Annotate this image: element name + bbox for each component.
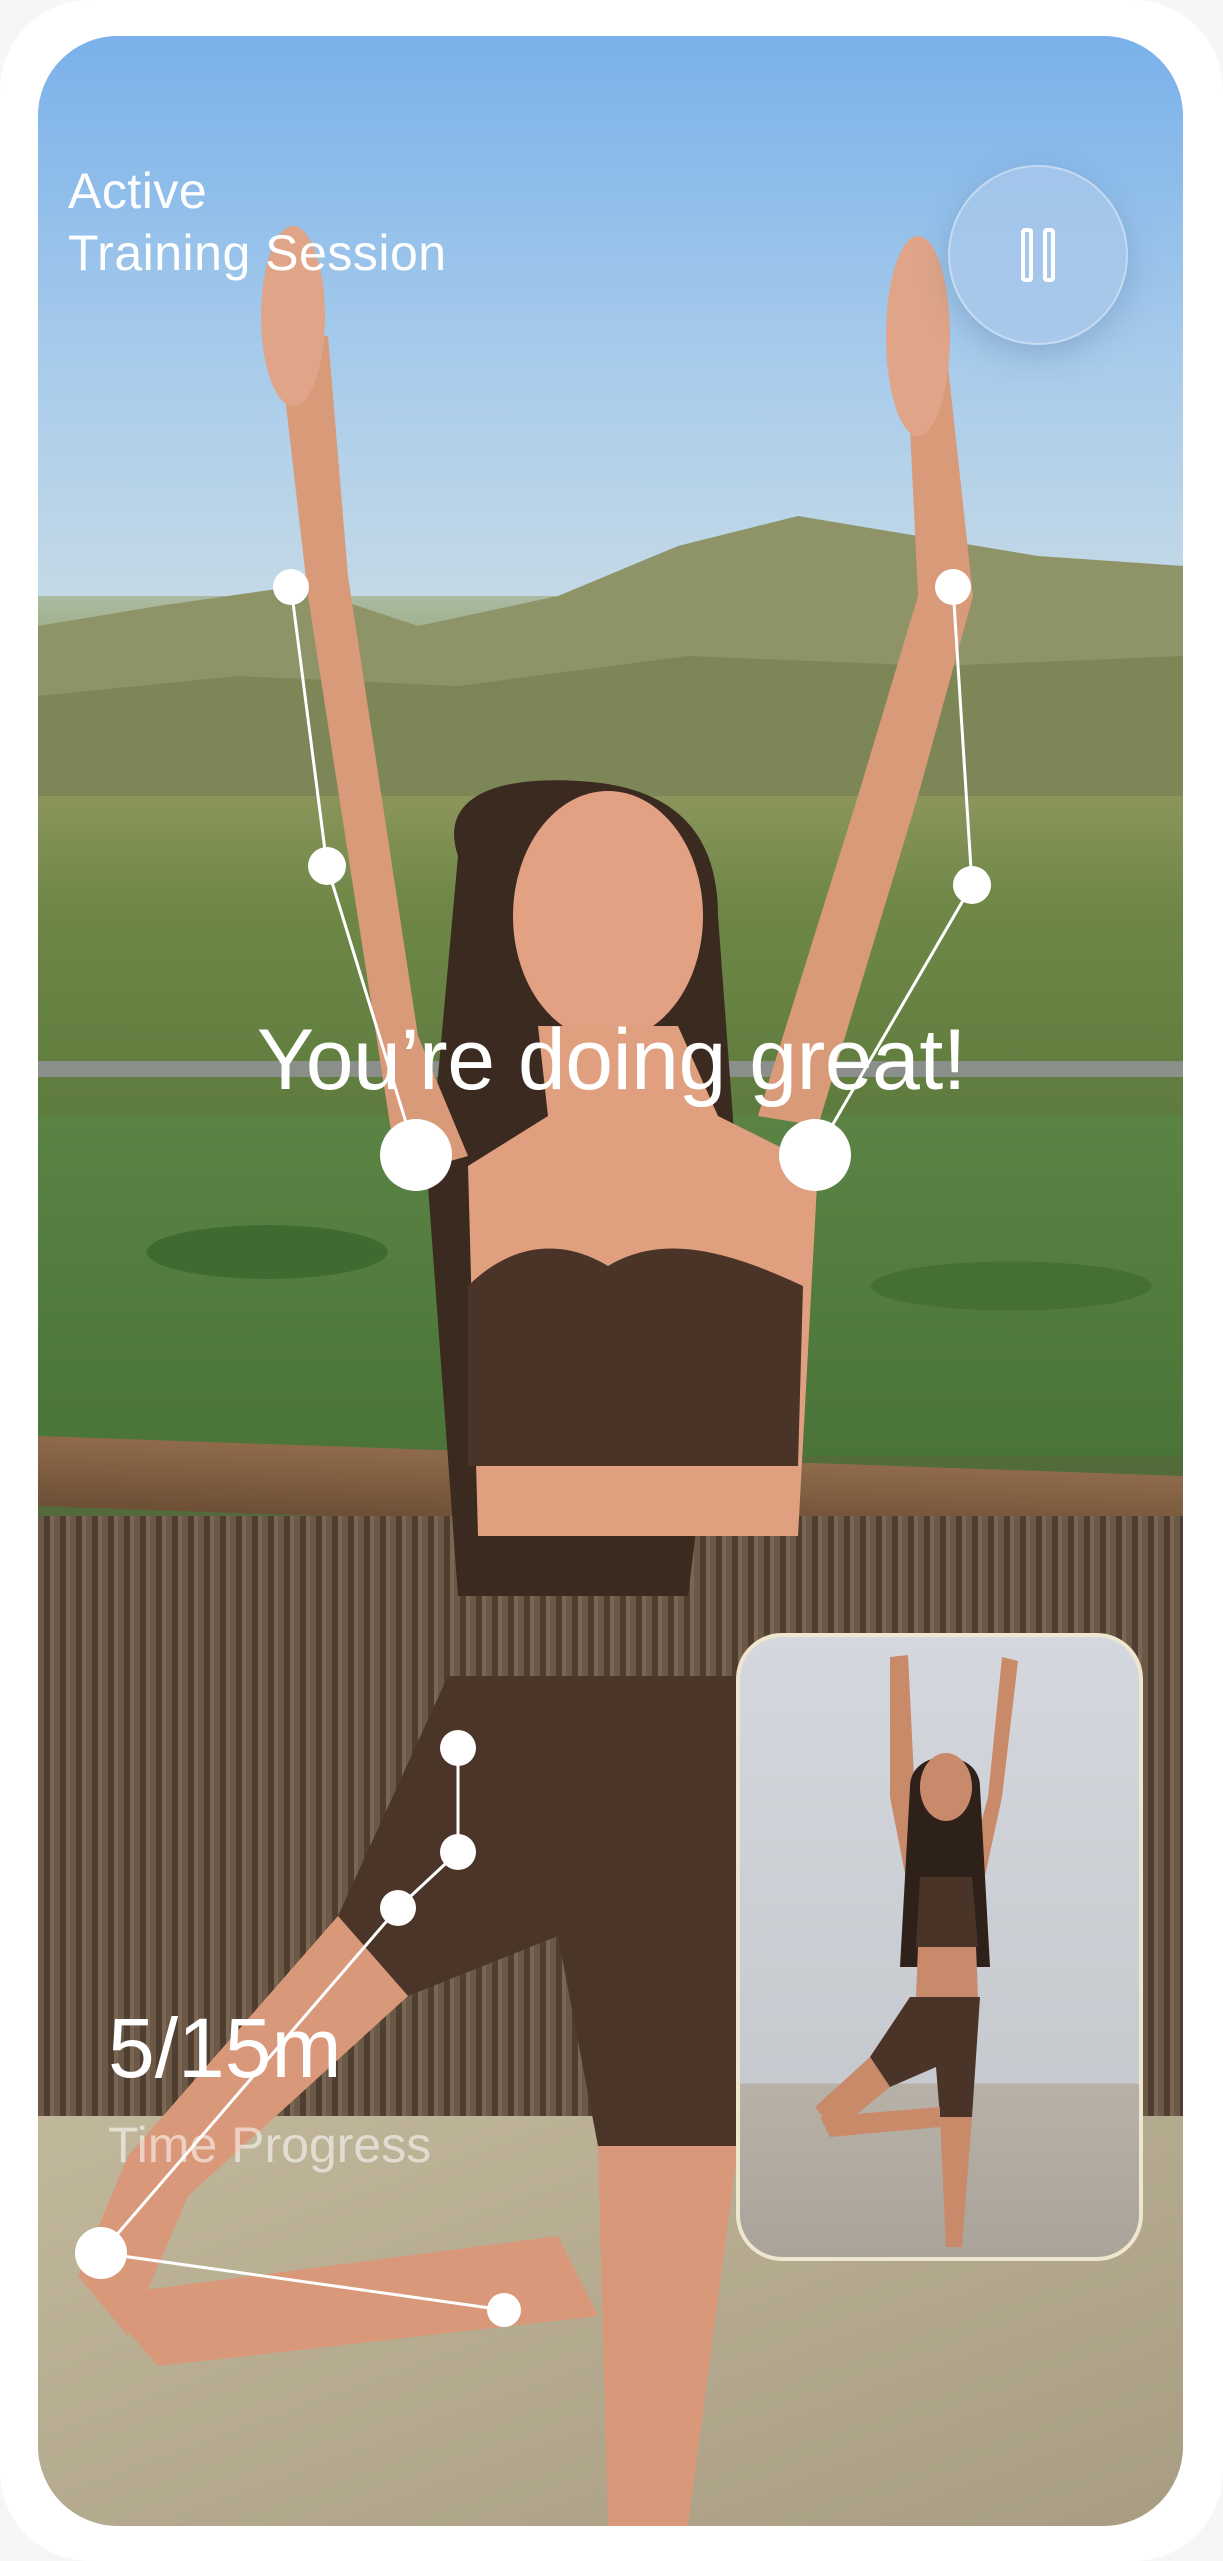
skeleton-left-upper-arm [289,586,329,867]
joint-left-shoulder [380,1119,452,1191]
session-title-line2: Training Session [68,225,447,281]
pause-icon [1021,228,1055,282]
joint-hip-upper [440,1730,476,1766]
pause-button[interactable] [948,165,1128,345]
session-title-line1: Active [68,163,208,219]
joint-right-shoulder [779,1119,851,1191]
skeleton-right-upper-arm [951,586,974,886]
joint-right-elbow [953,866,991,904]
time-progress-value: 5/15m [108,2001,342,2095]
skeleton-shin [100,2251,505,2312]
pose-skeleton-overlay [75,569,991,2327]
joint-right-wrist [935,569,971,605]
time-progress-label: Time Progress [108,2117,432,2173]
joint-ankle [487,2293,521,2327]
device-frame: Active Training Session You’re doing gre… [0,0,1223,2561]
joint-hip [440,1834,476,1870]
encouragement-message: You’re doing great! [256,1012,967,1108]
joint-left-wrist [273,569,309,605]
joint-left-elbow [308,847,346,885]
joint-thigh [380,1890,416,1926]
joint-knee [75,2227,127,2279]
session-title: Active Training Session [68,160,447,284]
